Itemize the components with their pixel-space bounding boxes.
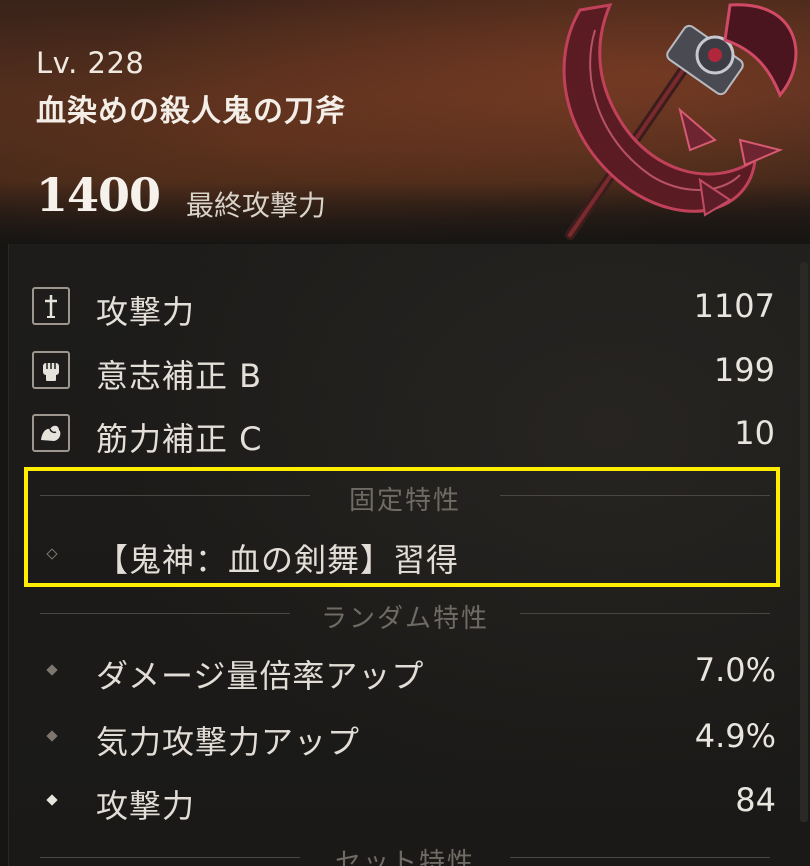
random-trait-item: ダメージ量倍率アップ 7.0%	[36, 647, 776, 695]
stat-value: 1107	[693, 287, 775, 325]
random-traits-header: ランダム特性	[40, 598, 770, 634]
trait-label: 攻撃力	[96, 787, 196, 825]
random-traits-title: ランダム特性	[320, 604, 489, 634]
scrollbar[interactable]	[800, 262, 808, 822]
stat-row-strength-scaling: 筋力補正 C 10	[30, 410, 775, 458]
set-traits-header: セット特性	[40, 842, 770, 866]
trait-label: 気力攻撃力アップ	[96, 723, 361, 761]
stat-label: 意志補正 B	[96, 357, 263, 395]
trait-value: 84	[735, 781, 776, 819]
trait-value: 4.9%	[694, 717, 776, 755]
random-trait-item: 攻撃力 84	[36, 777, 776, 825]
final-attack-value: 1400	[36, 168, 161, 222]
trait-label: ダメージ量倍率アップ	[96, 657, 425, 695]
sword-icon	[32, 287, 70, 325]
stat-label: 攻撃力	[96, 293, 196, 331]
weapon-art-icon	[562, 3, 798, 240]
highlight-box	[24, 467, 780, 587]
random-trait-item: 気力攻撃力アップ 4.9%	[36, 713, 776, 761]
stat-row-attack: 攻撃力 1107	[30, 283, 775, 331]
muscle-arm-icon	[32, 414, 70, 452]
set-traits-title: セット特性	[334, 848, 475, 866]
diamond-bullet-icon	[46, 730, 58, 742]
final-attack-label: 最終攻撃力	[186, 189, 327, 222]
trait-value: 7.0%	[694, 651, 776, 689]
fist-icon	[32, 351, 70, 389]
divider-right	[520, 613, 770, 614]
divider-right	[510, 857, 770, 858]
stat-value: 10	[734, 414, 775, 452]
stat-value: 199	[713, 351, 775, 389]
stat-row-will-scaling: 意志補正 B 199	[30, 347, 775, 395]
stat-label: 筋力補正 C	[96, 420, 263, 458]
weapon-name: 血染めの殺人鬼の刀斧	[36, 94, 346, 129]
diamond-bullet-icon	[46, 794, 58, 806]
weapon-detail-card: Lv. 228 血染めの殺人鬼の刀斧 1400 最終攻撃力 攻撃力 1107 意…	[0, 0, 810, 866]
weapon-level: Lv. 228	[36, 46, 145, 80]
diamond-bullet-icon	[46, 664, 58, 676]
